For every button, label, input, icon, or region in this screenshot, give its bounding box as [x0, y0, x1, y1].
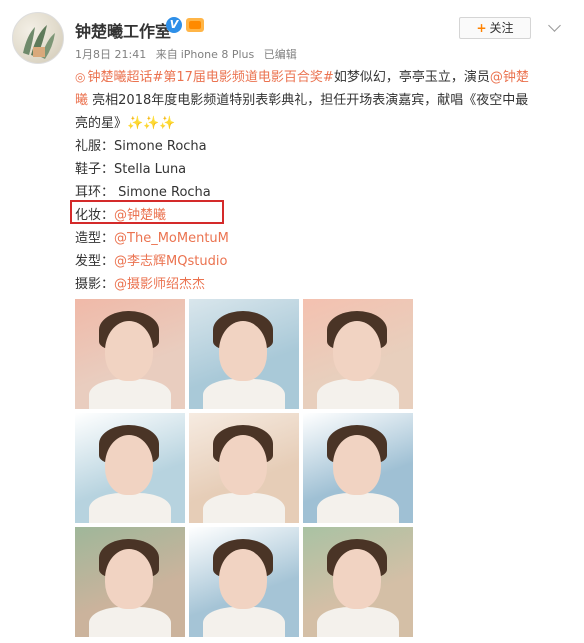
- photo-figure-face: [219, 321, 267, 381]
- photo-thumbnail[interactable]: [303, 527, 413, 637]
- follow-button[interactable]: + 关注: [459, 17, 531, 39]
- photo-figure-dress: [89, 493, 171, 523]
- photo-thumbnail[interactable]: [189, 299, 299, 409]
- post-source-prefix: 来自: [155, 48, 178, 61]
- photo-thumbnail[interactable]: [303, 299, 413, 409]
- hashtag-link[interactable]: #第17届电影频道电影百合奖#: [153, 70, 334, 85]
- photo-figure-dress: [89, 379, 171, 409]
- photo-figure-dress: [317, 493, 399, 523]
- photo-thumbnail[interactable]: [75, 299, 185, 409]
- photo-figure-face: [105, 435, 153, 495]
- photo-figure-face: [105, 549, 153, 609]
- super-topic-link[interactable]: 钟楚曦超话: [87, 70, 152, 85]
- edited-label: 已编辑: [263, 48, 297, 61]
- photo-figure-face: [105, 321, 153, 381]
- mention-link[interactable]: @钟楚: [490, 70, 529, 85]
- post-line-2: 曦 亮相2018年度电影频道特别表彰典礼，担任开场表演嘉宾，献唱《夜空中最: [75, 89, 565, 112]
- photo-figure-dress: [317, 379, 399, 409]
- photo-figure-face: [219, 549, 267, 609]
- credit-shoes: 鞋子：Stella Luna: [75, 162, 187, 177]
- photo-figure-face: [333, 435, 381, 495]
- avatar[interactable]: [12, 12, 64, 64]
- post-text: 亮相2018年度电影频道特别表彰典礼，担任开场表演嘉宾，献唱《夜空中最: [88, 93, 529, 108]
- plus-icon: +: [476, 21, 487, 35]
- post-meta: 1月8日 21:41 来自 iPhone 8 Plus 已编辑: [75, 46, 303, 62]
- photo-figure-dress: [203, 493, 285, 523]
- photo-thumbnail[interactable]: [303, 413, 413, 523]
- verified-icon: V: [166, 17, 182, 33]
- account-name[interactable]: 钟楚曦工作室: [75, 18, 171, 42]
- photo-grid: [75, 299, 413, 637]
- follow-label: 关注: [489, 21, 514, 35]
- super-topic-icon: ◎: [75, 70, 86, 84]
- highlight-box: [70, 200, 224, 224]
- photo-figure-dress: [317, 607, 399, 637]
- photo-figure-dress: [203, 607, 285, 637]
- mention-link[interactable]: 曦: [75, 93, 88, 108]
- photo-thumbnail[interactable]: [189, 413, 299, 523]
- photo-figure-dress: [203, 379, 285, 409]
- post-source[interactable]: iPhone 8 Plus: [181, 48, 255, 61]
- post-line-3: 亮的星》✨✨✨: [75, 116, 176, 131]
- chevron-down-icon[interactable]: [548, 19, 561, 32]
- post-text: 如梦似幻，亭亭玉立，演员: [333, 70, 490, 85]
- vip-badge-icon: [186, 18, 204, 32]
- photo-thumbnail[interactable]: [189, 527, 299, 637]
- styling-mention-link[interactable]: @The_MoMentuM: [114, 231, 229, 246]
- photo-thumbnail[interactable]: [75, 527, 185, 637]
- credit-hair: 发型：@李志辉MQstudio: [75, 254, 228, 269]
- credit-styling: 造型：@The_MoMentuM: [75, 231, 229, 246]
- photography-mention-link[interactable]: @摄影师绍杰杰: [114, 277, 205, 292]
- photo-thumbnail[interactable]: [75, 413, 185, 523]
- post-line-1: ◎ 钟楚曦超话#第17届电影频道电影百合奖#如梦似幻，亭亭玉立，演员@钟楚: [75, 66, 565, 89]
- photo-figure-face: [333, 549, 381, 609]
- photo-figure-face: [219, 435, 267, 495]
- credit-dress: 礼服：Simone Rocha: [75, 139, 207, 154]
- photo-figure-dress: [89, 607, 171, 637]
- photo-figure-face: [333, 321, 381, 381]
- credit-photography: 摄影：@摄影师绍杰杰: [75, 277, 206, 292]
- post-timestamp[interactable]: 1月8日 21:41: [75, 48, 146, 61]
- hair-mention-link[interactable]: @李志辉MQstudio: [114, 254, 227, 269]
- post-body: ◎ 钟楚曦超话#第17届电影频道电影百合奖#如梦似幻，亭亭玉立，演员@钟楚 曦 亮…: [75, 66, 565, 296]
